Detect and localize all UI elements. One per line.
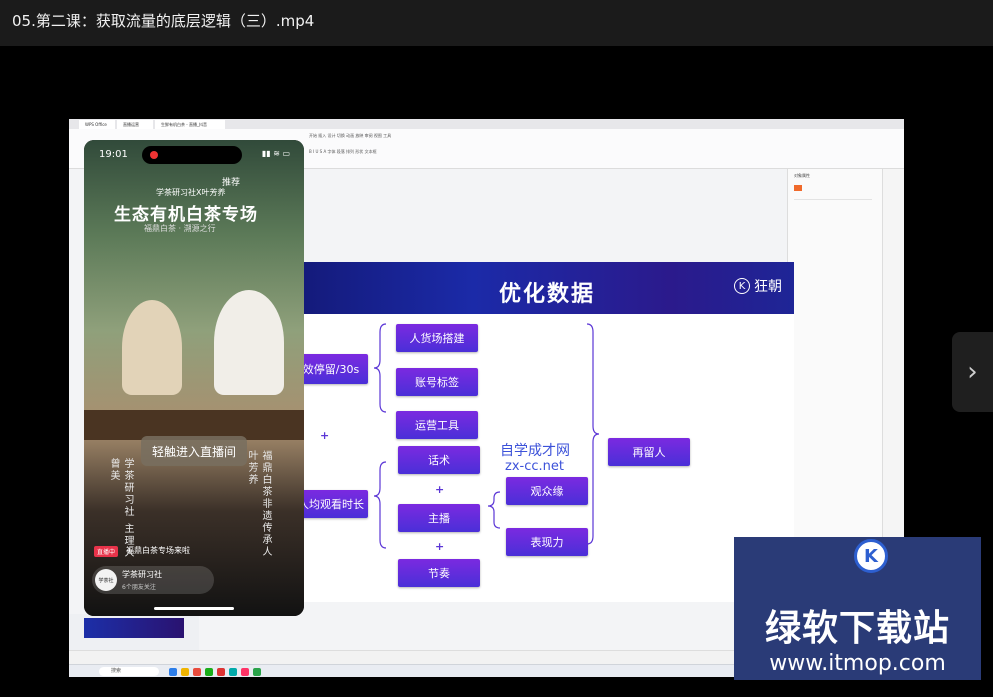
node-ops-tools: 运营工具 — [396, 411, 478, 439]
k-logo-icon: K — [854, 539, 888, 573]
node-retain: 再留人 — [608, 438, 690, 466]
phone-status-icons: ▮▮ ≋ ▭ — [261, 149, 290, 158]
phone-mirror-window[interactable]: 19:01 ▮▮ ≋ ▭ 推荐 学茶研习社X叶芳养 生态有机白茶专场 福鼎白茶 … — [84, 140, 304, 616]
promo-tagline: 福鼎白茶 · 溯源之行 — [144, 224, 216, 233]
phone-time: 19:01 — [99, 149, 128, 160]
home-indicator[interactable] — [154, 607, 234, 610]
host-right-name: 叶芳养 — [246, 450, 257, 486]
app-icon[interactable] — [229, 668, 237, 676]
app-icon[interactable] — [193, 668, 201, 676]
node-expressiveness: 表现力 — [506, 528, 588, 556]
host-right-role: 福鼎白茶非遗传承人 — [260, 450, 271, 558]
watermark-text: 绿软下载站 — [764, 608, 950, 649]
live-badge: 直播中 — [94, 546, 119, 557]
node-rhythm: 节奏 — [398, 559, 480, 587]
live-topic[interactable]: 福鼎白茶专场来啦 — [126, 545, 190, 556]
player-title-bar: 05.第二课：获取流量的底层逻辑（三）.mp4 — [0, 0, 993, 46]
app-icon[interactable] — [181, 668, 189, 676]
plus-sign: + — [320, 429, 330, 442]
video-title: 05.第二课：获取流量的底层逻辑（三）.mp4 — [12, 12, 315, 30]
app-icon[interactable] — [253, 668, 261, 676]
next-video-button[interactable]: › — [952, 332, 993, 412]
chevron-right-icon: › — [967, 357, 978, 387]
watermark-url: www.itmop.com — [769, 651, 946, 676]
node-audience-affinity: 观众缘 — [506, 477, 588, 505]
account-card[interactable]: 学茶社 学茶研习社 6个朋友关注 — [92, 566, 214, 594]
enter-live-room-button[interactable]: 轻触进入直播间 — [141, 436, 247, 466]
app-icon[interactable] — [217, 668, 225, 676]
plus-sign: + — [435, 540, 445, 553]
browser-tab[interactable]: WPS Office — [79, 120, 115, 129]
browser-tab[interactable]: 直播运营 — [117, 120, 153, 129]
site-watermark: 自学成才网 — [500, 443, 570, 459]
panel-title: 对象属性 — [794, 173, 810, 178]
node-watch-time: 人均观看时长 — [300, 490, 368, 518]
avatar: 学茶社 — [95, 569, 117, 591]
plus-sign: + — [435, 483, 445, 496]
slide-thumbnail[interactable] — [84, 618, 184, 638]
recording-dot-icon — [150, 151, 158, 159]
host-left-figure — [122, 300, 182, 395]
node-people-goods-venue: 人货场搭建 — [396, 324, 478, 352]
node-host: 主播 — [398, 504, 480, 532]
taskbar-search[interactable]: 搜索 — [99, 667, 159, 676]
account-name: 学茶研习社 — [122, 570, 162, 579]
node-account-tag: 账号标签 — [396, 368, 478, 396]
host-right-figure — [214, 290, 284, 395]
node-script: 话术 — [398, 446, 480, 474]
itmop-watermark: K 绿软下载站 www.itmop.com — [734, 537, 981, 680]
node-stay: 效停留/30s — [300, 354, 368, 384]
site-watermark-url: zx-cc.net — [505, 459, 564, 474]
slide-canvas[interactable]: 优化数据 K 狂朝 效停留/30s 人均观看时长 人货场搭建 账号标签 运营工具 — [300, 262, 794, 602]
browser-tab-strip: WPS Office 直播运营 生鲜有机白茶 - 直播_抖音 — [69, 119, 904, 129]
promo-title: 生态有机白茶专场 — [114, 205, 258, 225]
host-left-name: 曾美 — [108, 458, 119, 482]
browser-tab[interactable]: 生鲜有机白茶 - 直播_抖音 — [155, 120, 225, 129]
host-left-role: 学茶研习社 主理人 — [122, 458, 133, 560]
app-icon[interactable] — [169, 668, 177, 676]
promo-subtitle: 学茶研习社X叶芳养 — [156, 188, 226, 197]
app-icon[interactable] — [205, 668, 213, 676]
account-followers: 6个朋友关注 — [122, 584, 156, 591]
app-icon[interactable] — [241, 668, 249, 676]
